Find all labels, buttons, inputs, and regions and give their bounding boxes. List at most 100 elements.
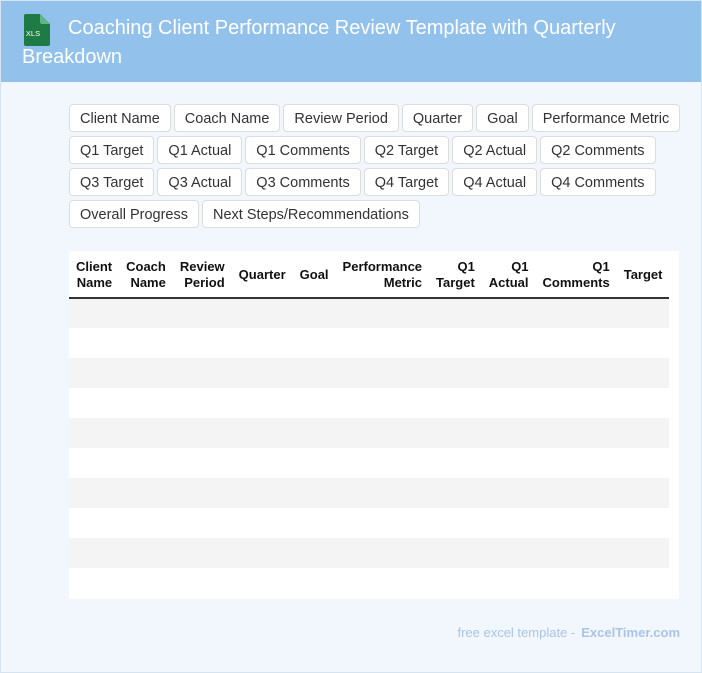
table-cell[interactable]	[536, 418, 617, 448]
table-cell[interactable]	[173, 418, 232, 448]
field-chip[interactable]: Q2 Comments	[540, 136, 656, 164]
table-cell[interactable]	[232, 508, 293, 538]
table-cell[interactable]	[617, 508, 670, 538]
table-cell[interactable]	[482, 418, 536, 448]
table-cell[interactable]	[293, 418, 336, 448]
table-cell[interactable]	[173, 298, 232, 328]
table-cell[interactable]	[173, 448, 232, 478]
table-cell[interactable]	[119, 478, 173, 508]
table-cell[interactable]	[232, 448, 293, 478]
field-chip[interactable]: Q2 Actual	[452, 136, 538, 164]
table-cell[interactable]	[293, 298, 336, 328]
table-cell[interactable]	[336, 478, 429, 508]
table-cell[interactable]	[482, 478, 536, 508]
table-cell[interactable]	[536, 358, 617, 388]
table-cell[interactable]	[173, 358, 232, 388]
table-cell[interactable]	[173, 568, 232, 598]
table-cell[interactable]	[536, 478, 617, 508]
table-cell[interactable]	[232, 568, 293, 598]
table-cell[interactable]	[69, 568, 119, 598]
table-cell[interactable]	[293, 328, 336, 358]
table-cell[interactable]	[536, 448, 617, 478]
table-cell[interactable]	[429, 538, 482, 568]
field-chip[interactable]: Next Steps/Recommendations	[201, 200, 420, 228]
table-cell[interactable]	[336, 448, 429, 478]
table-cell[interactable]	[293, 448, 336, 478]
table-cell[interactable]	[119, 418, 173, 448]
table-cell[interactable]	[617, 418, 670, 448]
table-cell[interactable]	[617, 298, 670, 328]
table-cell[interactable]	[69, 508, 119, 538]
table-cell[interactable]	[536, 568, 617, 598]
table-cell[interactable]	[336, 568, 429, 598]
table-cell[interactable]	[482, 538, 536, 568]
table-cell[interactable]	[429, 388, 482, 418]
field-chip[interactable]: Q3 Target	[69, 168, 155, 196]
table-cell[interactable]	[173, 328, 232, 358]
field-chip[interactable]: Coach Name	[173, 104, 281, 132]
footer-brand-link[interactable]: ExcelTimer.com	[581, 625, 680, 640]
table-cell[interactable]	[482, 508, 536, 538]
table-cell[interactable]	[232, 478, 293, 508]
table-cell[interactable]	[482, 568, 536, 598]
table-cell[interactable]	[69, 388, 119, 418]
table-cell[interactable]	[173, 538, 232, 568]
table-cell[interactable]	[429, 298, 482, 328]
template-table-container[interactable]: Client Name Coach Name Review Period Quarter Go…	[69, 251, 679, 599]
table-cell[interactable]	[617, 328, 670, 358]
field-chip[interactable]: Goal	[476, 104, 529, 132]
field-chip[interactable]: Review Period	[283, 104, 399, 132]
field-chip[interactable]: Overall Progress	[69, 200, 199, 228]
table-cell[interactable]	[293, 358, 336, 388]
field-chip[interactable]: Q3 Actual	[157, 168, 243, 196]
field-chip[interactable]: Quarter	[401, 104, 474, 132]
field-chip[interactable]: Q3 Comments	[245, 168, 361, 196]
table-cell[interactable]	[429, 328, 482, 358]
table-cell[interactable]	[69, 478, 119, 508]
table-cell[interactable]	[429, 478, 482, 508]
table-cell[interactable]	[173, 478, 232, 508]
table-cell[interactable]	[617, 538, 670, 568]
table-cell[interactable]	[119, 448, 173, 478]
field-chip[interactable]: Q1 Comments	[245, 136, 361, 164]
table-cell[interactable]	[617, 478, 670, 508]
table-cell[interactable]	[617, 568, 670, 598]
table-cell[interactable]	[429, 508, 482, 538]
table-cell[interactable]	[232, 358, 293, 388]
table-cell[interactable]	[232, 388, 293, 418]
table-cell[interactable]	[617, 448, 670, 478]
table-cell[interactable]	[119, 388, 173, 418]
table-cell[interactable]	[429, 448, 482, 478]
table-cell[interactable]	[429, 568, 482, 598]
table-cell[interactable]	[336, 358, 429, 388]
table-cell[interactable]	[293, 538, 336, 568]
table-cell[interactable]	[69, 358, 119, 388]
table-cell[interactable]	[119, 298, 173, 328]
table-cell[interactable]	[173, 508, 232, 538]
field-chip[interactable]: Performance Metric	[531, 104, 681, 132]
table-cell[interactable]	[336, 298, 429, 328]
table-cell[interactable]	[119, 538, 173, 568]
table-cell[interactable]	[293, 478, 336, 508]
field-chip[interactable]: Q1 Actual	[157, 136, 243, 164]
table-cell[interactable]	[336, 508, 429, 538]
table-cell[interactable]	[69, 538, 119, 568]
table-cell[interactable]	[336, 538, 429, 568]
table-cell[interactable]	[482, 358, 536, 388]
table-cell[interactable]	[119, 568, 173, 598]
table-cell[interactable]	[536, 538, 617, 568]
table-cell[interactable]	[482, 448, 536, 478]
table-cell[interactable]	[336, 388, 429, 418]
table-cell[interactable]	[232, 418, 293, 448]
field-chip[interactable]: Q4 Comments	[540, 168, 656, 196]
field-chip[interactable]: Q4 Target	[363, 168, 450, 196]
table-cell[interactable]	[482, 298, 536, 328]
table-cell[interactable]	[119, 328, 173, 358]
table-cell[interactable]	[336, 418, 429, 448]
table-cell[interactable]	[69, 298, 119, 328]
field-chip[interactable]: Q2 Target	[363, 136, 450, 164]
table-cell[interactable]	[536, 388, 617, 418]
table-cell[interactable]	[119, 508, 173, 538]
table-cell[interactable]	[429, 358, 482, 388]
field-chip[interactable]: Q1 Target	[69, 136, 155, 164]
